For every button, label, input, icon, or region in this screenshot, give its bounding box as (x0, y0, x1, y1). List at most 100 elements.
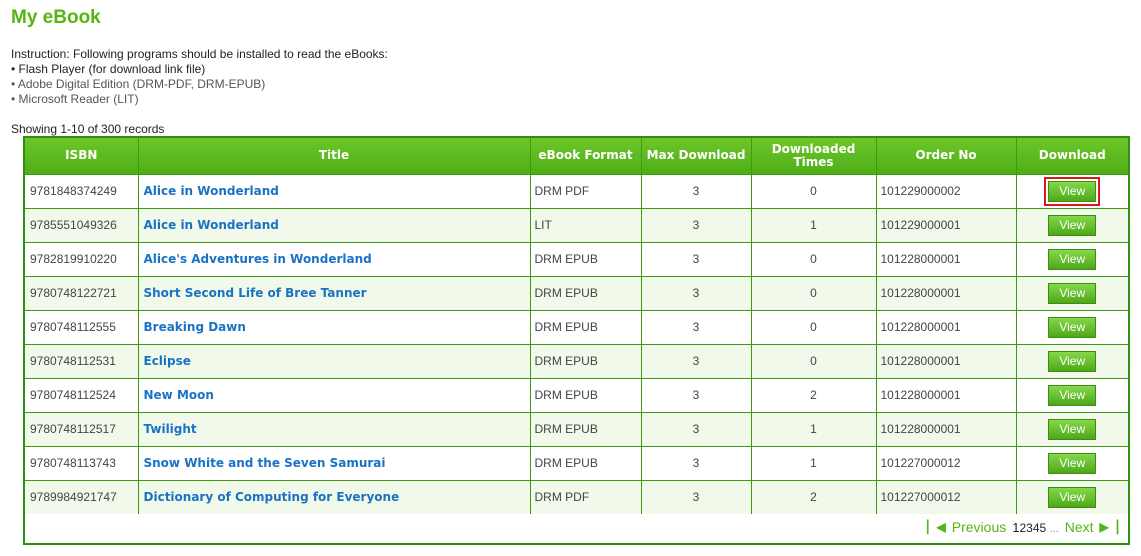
download-cell: View (1015, 445, 1128, 480)
downloaded-times-cell: 0 (750, 173, 876, 208)
header-format: eBook Format (529, 138, 641, 174)
ebook-table: ISBN Title eBook Format Max Download Dow… (25, 138, 1128, 514)
isbn-cell: 9780748113743 (25, 445, 138, 480)
view-button[interactable]: View (1048, 384, 1097, 406)
max-download-cell: 3 (640, 479, 751, 514)
download-cell: View (1015, 241, 1128, 276)
title-link[interactable]: Breaking Dawn (144, 320, 246, 334)
download-cell: View (1015, 343, 1128, 378)
isbn-cell: 9780748112555 (25, 309, 138, 344)
header-downloaded-times-label: Downloaded Times (771, 141, 856, 169)
download-cell: View (1015, 377, 1128, 412)
last-page-icon[interactable]: ▶▕ (1100, 520, 1118, 534)
first-page-icon[interactable]: ▏◀ (927, 520, 945, 534)
page-link-5[interactable]: 5 (1040, 521, 1047, 535)
downloaded-times-cell: 1 (750, 411, 876, 446)
format-cell: DRM EPUB (529, 309, 641, 344)
table-row: 9780748113743 Snow White and the Seven Sa… (25, 445, 1128, 480)
view-button[interactable]: View (1048, 248, 1097, 270)
header-order-no: Order No (875, 138, 1016, 174)
view-button[interactable]: View (1048, 418, 1097, 440)
order-no-cell: 101228000001 (875, 343, 1016, 378)
page-link-3[interactable]: 3 (1026, 521, 1033, 535)
title-link[interactable]: Eclipse (144, 354, 191, 368)
title-cell: New Moon (137, 377, 530, 412)
format-cell: DRM EPUB (529, 411, 641, 446)
order-no-cell: 101228000001 (875, 411, 1016, 446)
download-cell: View (1015, 173, 1128, 208)
title-link[interactable]: New Moon (144, 388, 214, 402)
isbn-cell: 9780748112531 (25, 343, 138, 378)
table-row: 9780748112517 Twilight DRM EPUB 3 1 101228000… (25, 411, 1128, 446)
title-cell: Eclipse (137, 343, 530, 378)
title-link[interactable]: Alice in Wonderland (144, 218, 279, 232)
downloaded-times-cell: 0 (750, 309, 876, 344)
max-download-cell: 3 (640, 343, 751, 378)
download-cell: View (1015, 207, 1128, 242)
order-no-cell: 101228000001 (875, 377, 1016, 412)
view-button[interactable]: View (1048, 214, 1097, 236)
format-cell: DRM PDF (529, 479, 641, 514)
title-cell: Alice in Wonderland (137, 207, 530, 242)
view-button[interactable]: View (1048, 282, 1097, 304)
title-link[interactable]: Short Second Life of Bree Tanner (144, 286, 367, 300)
table-row: 9789984921747 Dictionary of Computing for… (25, 479, 1128, 514)
order-no-cell: 101227000012 (875, 445, 1016, 480)
view-button[interactable]: View (1048, 350, 1097, 372)
header-max-download: Max Download (640, 138, 751, 174)
title-cell: Alice's Adventures in Wonderland (137, 241, 530, 276)
title-link[interactable]: Alice's Adventures in Wonderland (144, 252, 372, 266)
ebook-table-container: ISBN Title eBook Format Max Download Dow… (23, 136, 1130, 545)
instructions: Instruction: Following programs should b… (11, 47, 388, 107)
header-downloaded-times: Downloaded Times (750, 138, 876, 174)
next-link[interactable]: Next (1065, 519, 1094, 535)
title-link[interactable]: Twilight (144, 422, 197, 436)
table-row: 9785551049326 Alice in Wonderland LIT 3 1 101… (25, 207, 1128, 242)
order-no-cell: 101227000012 (875, 479, 1016, 514)
format-cell: DRM EPUB (529, 377, 641, 412)
record-count: Showing 1-10 of 300 records (11, 122, 165, 136)
view-button[interactable]: View (1048, 486, 1097, 508)
order-no-cell: 101229000001 (875, 207, 1016, 242)
title-cell: Breaking Dawn (137, 309, 530, 344)
title-cell: Dictionary of Computing for Everyone (137, 479, 530, 514)
downloaded-times-cell: 1 (750, 445, 876, 480)
view-button[interactable]: View (1044, 176, 1101, 206)
download-cell: View (1015, 309, 1128, 344)
format-cell: DRM EPUB (529, 275, 641, 310)
title-cell: Alice in Wonderland (137, 173, 530, 208)
download-cell: View (1015, 479, 1128, 514)
format-cell: DRM EPUB (529, 343, 641, 378)
header-download: Download (1015, 138, 1128, 174)
table-header-row: ISBN Title eBook Format Max Download Dow… (25, 138, 1128, 174)
page-numbers: 12345 ... (1012, 520, 1059, 535)
isbn-cell: 9781848374249 (25, 173, 138, 208)
view-button[interactable]: View (1048, 316, 1097, 338)
page-link-4[interactable]: 4 (1033, 521, 1040, 535)
title-link[interactable]: Alice in Wonderland (144, 184, 279, 198)
isbn-cell: 9782819910220 (25, 241, 138, 276)
pagination: ▏◀ Previous 12345 ... Next ▶▕ (927, 519, 1118, 535)
requirement-reader: • Microsoft Reader (LIT) (11, 92, 139, 106)
max-download-cell: 3 (640, 207, 751, 242)
isbn-cell: 9780748112524 (25, 377, 138, 412)
max-download-cell: 3 (640, 411, 751, 446)
title-cell: Twilight (137, 411, 530, 446)
isbn-cell: 9780748112517 (25, 411, 138, 446)
previous-link[interactable]: Previous (952, 519, 1006, 535)
header-title: Title (137, 138, 530, 174)
downloaded-times-cell: 2 (750, 377, 876, 412)
isbn-cell: 9785551049326 (25, 207, 138, 242)
download-cell: View (1015, 275, 1128, 310)
header-isbn: ISBN (65, 148, 98, 163)
page-title: My eBook (11, 7, 101, 28)
view-button[interactable]: View (1048, 452, 1097, 474)
format-cell: DRM EPUB (529, 445, 641, 480)
isbn-cell: 9780748122721 (25, 275, 138, 310)
requirement-flash: • Flash Player (for download link file) (11, 62, 206, 76)
title-link[interactable]: Dictionary of Computing for Everyone (144, 490, 400, 504)
table-row: 9781848374249 Alice in Wonderland DRM PDF 3… (25, 173, 1128, 208)
title-link[interactable]: Snow White and the Seven Samurai (144, 456, 386, 470)
format-cell: LIT (529, 207, 641, 242)
table-row: 9780748112524 New Moon DRM EPUB 3 2 101228000… (25, 377, 1128, 412)
